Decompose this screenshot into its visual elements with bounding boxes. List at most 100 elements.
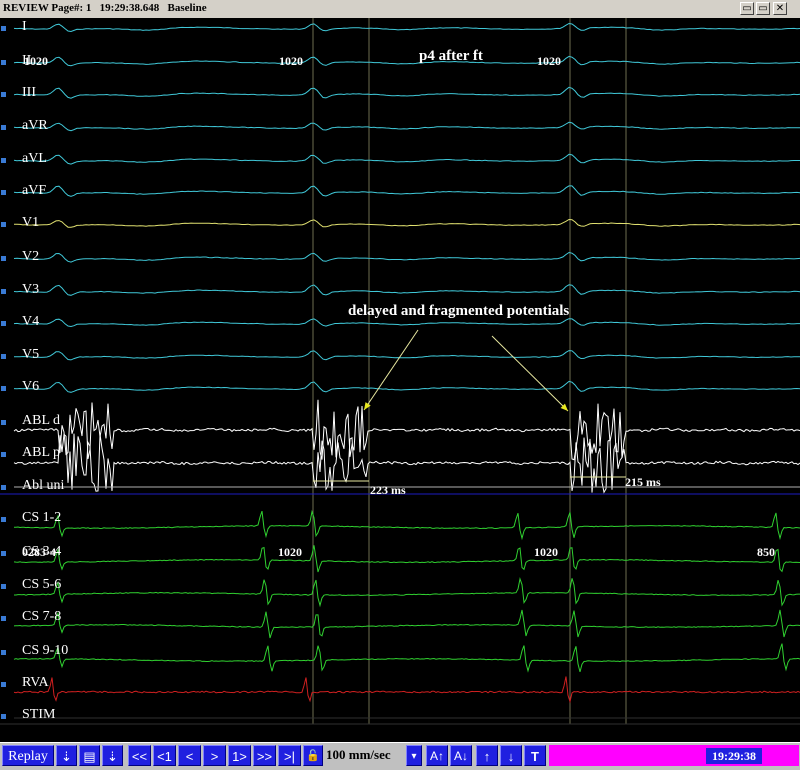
forward-one-page-button[interactable]: 1> — [228, 745, 251, 766]
channel-label-avr[interactable]: aVR — [22, 119, 48, 133]
fast-forward-button[interactable]: >> — [253, 745, 276, 766]
channel-label-rva[interactable]: RVA — [22, 676, 49, 690]
channel-label-v2[interactable]: V2 — [22, 250, 39, 264]
channel-handle[interactable] — [1, 452, 6, 457]
channel-label-avf[interactable]: aVF — [22, 184, 46, 198]
signal-display[interactable]: I II III aVR aVL aVF V1 V2 V3 V4 V5 V6 A… — [0, 18, 800, 742]
rewind-button[interactable]: << — [128, 745, 151, 766]
close-window-button[interactable]: ✕ — [773, 2, 787, 15]
channel-handle[interactable] — [1, 650, 6, 655]
channel-label-v3[interactable]: V3 — [22, 283, 39, 297]
channel-label-avl[interactable]: aVL — [22, 152, 47, 166]
ecg-trace — [13, 251, 800, 263]
channel-handle[interactable] — [1, 222, 6, 227]
ecg-trace — [14, 350, 800, 361]
channel-handle[interactable] — [1, 321, 6, 326]
channel-handle[interactable] — [1, 517, 6, 522]
channel-label-i[interactable]: I — [22, 20, 27, 34]
channel-handle[interactable] — [1, 386, 6, 391]
lock-icon[interactable]: 🔓 — [303, 745, 323, 766]
annotation-note: delayed and fragmented potentials — [348, 303, 570, 319]
channel-handle[interactable] — [1, 485, 6, 490]
replay-button[interactable]: Replay — [2, 745, 54, 766]
scroll-down-icon[interactable]: ⇣ — [56, 745, 77, 766]
page-icon[interactable]: ▤ — [79, 745, 100, 766]
scroll-step-icon[interactable]: ⇣ — [102, 745, 123, 766]
clock-display: 19:29:38 — [706, 748, 762, 764]
back-one-page-button[interactable]: <1 — [153, 745, 176, 766]
rva-trace — [13, 676, 800, 704]
channel-label-v4[interactable]: V4 — [22, 315, 39, 329]
step-back-button[interactable]: < — [178, 745, 201, 766]
channel-label-cs-5-6[interactable]: CS 5-6 — [22, 578, 61, 592]
ecg-trace — [13, 153, 800, 165]
interval-label: 1020 — [24, 54, 48, 68]
channel-label-abl-d[interactable]: ABL d — [22, 414, 60, 428]
channel-handle[interactable] — [1, 125, 6, 130]
channel-handle[interactable] — [1, 616, 6, 621]
timing-button[interactable]: T — [524, 745, 546, 766]
cs-trace — [13, 509, 800, 541]
channel-handle[interactable] — [1, 420, 6, 425]
channel-handle[interactable] — [1, 92, 6, 97]
annotation-arrow — [363, 329, 419, 411]
channel-label-cs-1-2[interactable]: CS 1-2 — [22, 511, 61, 525]
restore-window-button[interactable]: ▭ — [756, 2, 770, 15]
channel-handle[interactable] — [1, 190, 6, 195]
window-title: REVIEW Page#: 1 19:29:38.648 Baseline — [3, 2, 207, 14]
arrow-up-icon[interactable]: ↑ — [476, 745, 498, 766]
ecg-trace — [13, 55, 800, 67]
channel-label-cs-7-8[interactable]: CS 7-8 — [22, 610, 61, 624]
cs-trace — [13, 545, 800, 573]
channel-label-v1[interactable]: V1 — [22, 216, 39, 230]
channel-handle[interactable] — [1, 158, 6, 163]
annotation-title: p4 after ft — [419, 48, 483, 64]
interval-label: 1020 — [279, 54, 303, 68]
toolbar: Replay ⇣ ▤ ⇣ << <1 < > 1> >> >| 🔓 100 mm… — [0, 742, 800, 770]
sweep-speed-label: 100 mm/sec — [326, 747, 391, 762]
traces-canvas — [0, 18, 800, 725]
cs-trace — [13, 643, 800, 673]
channel-handle[interactable] — [1, 289, 6, 294]
channel-handle[interactable] — [1, 714, 6, 719]
channel-handle[interactable] — [1, 682, 6, 687]
abl-d-trace — [13, 399, 800, 461]
gain-down-button[interactable]: A↓ — [450, 745, 472, 766]
annotation-arrow — [491, 335, 569, 412]
interval-label: 1020 — [278, 545, 302, 559]
measurement-label: 215 ms — [625, 475, 661, 489]
interval-label: 1020 — [537, 54, 561, 68]
ecg-trace — [13, 218, 800, 228]
channel-handle[interactable] — [1, 26, 6, 31]
channel-label-iii[interactable]: III — [22, 86, 36, 100]
channel-label-abl-uni[interactable]: Abl uni — [22, 479, 64, 493]
channel-handle[interactable] — [1, 584, 6, 589]
channel-label-abl-p[interactable]: ABL p — [22, 446, 60, 460]
channel-label-v6[interactable]: V6 — [22, 380, 39, 394]
cs-trace — [14, 577, 800, 608]
channel-handle[interactable] — [1, 60, 6, 65]
interval-label: 0283-4 — [22, 545, 56, 559]
channel-handle[interactable] — [1, 551, 6, 556]
arrow-down-icon[interactable]: ↓ — [500, 745, 522, 766]
channel-label-cs-9-10[interactable]: CS 9-10 — [22, 644, 68, 658]
gain-up-button[interactable]: A↑ — [426, 745, 448, 766]
cs-trace — [13, 609, 800, 639]
channel-label-stim[interactable]: STIM — [22, 708, 55, 722]
measurement-label: 223 ms — [370, 483, 406, 497]
step-forward-button[interactable]: > — [203, 745, 226, 766]
go-to-end-button[interactable]: >| — [278, 745, 301, 766]
tile-window-button[interactable]: ▭ — [740, 2, 754, 15]
ecg-trace — [13, 121, 800, 132]
channel-handle[interactable] — [1, 354, 6, 359]
channel-label-v5[interactable]: V5 — [22, 348, 39, 362]
ecg-trace — [13, 185, 800, 197]
speed-dropdown-button[interactable]: ▾ — [406, 745, 422, 766]
abl-p-trace — [13, 433, 800, 494]
window-titlebar: REVIEW Page#: 1 19:29:38.648 Baseline ▭ … — [0, 0, 800, 19]
interval-label: 1020 — [534, 545, 558, 559]
interval-label: 850 — [757, 545, 775, 559]
ecg-trace — [13, 22, 800, 33]
ecg-trace — [13, 380, 800, 393]
channel-handle[interactable] — [1, 256, 6, 261]
